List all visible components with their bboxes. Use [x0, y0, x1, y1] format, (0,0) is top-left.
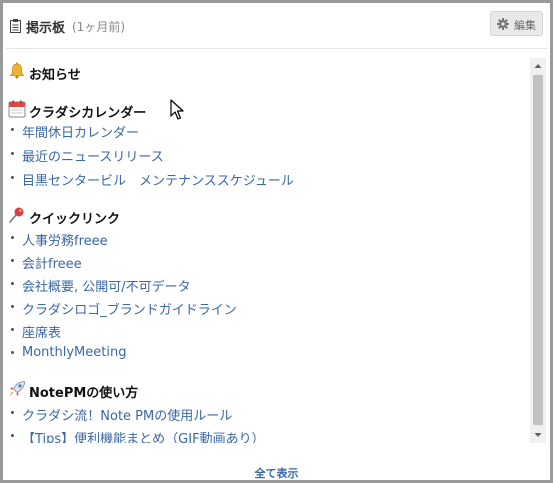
link-tips-useful-features[interactable]: 【Tips】便利機能まとめ（GIF動画あり） [22, 428, 265, 443]
link-seating-chart[interactable]: 座席表 [22, 322, 61, 341]
section-title: クラダシカレンダー [29, 106, 147, 121]
bullet [11, 282, 14, 285]
show-all-link[interactable]: 全て表示 [3, 465, 550, 481]
link-hr-freee[interactable]: 人事労務freee [22, 230, 108, 249]
bullet [11, 176, 14, 179]
section-title: NotePMの使い方 [29, 386, 139, 401]
widget-title: 掲示板 [26, 21, 66, 36]
bullet [11, 434, 14, 437]
mouse-cursor-icon [170, 99, 184, 120]
gear-icon [497, 18, 509, 30]
bullet [11, 305, 14, 308]
bullet [11, 351, 14, 354]
link-annual-holiday-calendar[interactable]: 年間休日カレンダー [22, 122, 139, 141]
link-notepm-usage-rules[interactable]: クラダシ流！Note PMの使用ルール [22, 405, 232, 424]
bullet [11, 236, 14, 239]
link-recent-news-releases[interactable]: 最近のニュースリリース [22, 146, 164, 165]
section-title: お知らせ [29, 68, 81, 83]
bullet [11, 259, 14, 262]
scroll-down-arrow-icon[interactable] [530, 427, 546, 443]
bell-icon [9, 62, 25, 79]
bullet [11, 152, 14, 155]
updated-time: (1ヶ月前) [72, 20, 125, 34]
link-brand-guideline[interactable]: クラダシロゴ_ブランドガイドライン [22, 299, 237, 318]
scrollbar-thumb[interactable] [533, 75, 543, 425]
link-company-overview[interactable]: 会社概要, 公開可/不可データ [22, 276, 191, 295]
link-building-maintenance-schedule[interactable]: 目黒センタービル メンテナンススケジュール [22, 170, 294, 189]
edit-button[interactable]: 編集 [490, 11, 543, 36]
clipboard-icon [10, 19, 21, 33]
scroll-up-arrow-icon[interactable] [530, 58, 546, 74]
bulletin-board-widget: 掲示板 (1ヶ月前) 編集 お知らせ クラダシカレンダー 年間休日カレンダー 最… [0, 0, 553, 483]
bullet [11, 128, 14, 131]
bullet [11, 328, 14, 331]
bulletin-content: お知らせ クラダシカレンダー 年間休日カレンダー 最近のニュースリリース 目黒セ… [7, 58, 527, 443]
pushpin-icon [9, 207, 24, 223]
widget-header: 掲示板 (1ヶ月前) 編集 [6, 6, 547, 49]
rocket-icon [10, 381, 25, 396]
vertical-scrollbar[interactable] [530, 58, 546, 443]
link-accounting-freee[interactable]: 会計freee [22, 253, 82, 272]
section-title: クイックリンク [29, 212, 121, 227]
link-monthly-meeting[interactable]: MonthlyMeeting [22, 345, 126, 360]
bullet [11, 411, 14, 414]
calendar-icon [8, 100, 26, 118]
edit-button-label: 編集 [514, 19, 536, 32]
